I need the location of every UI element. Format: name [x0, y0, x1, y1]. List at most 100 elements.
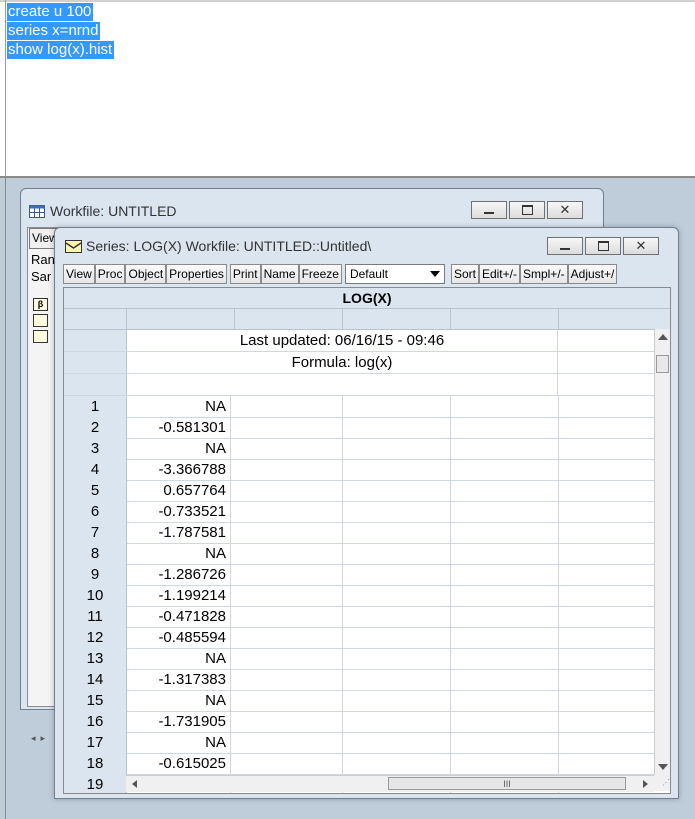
spreadsheet-grid[interactable]: LOG(X) Last updated: 06/16/15 - 09:46 Fo…: [63, 287, 671, 794]
table-row[interactable]: 16 -1.731905: [64, 711, 654, 733]
value-cell[interactable]: NA: [127, 438, 231, 459]
value-cell[interactable]: -1.317383: [127, 669, 231, 690]
table-row[interactable]: 2 -0.581301: [64, 417, 654, 439]
header-cell[interactable]: [451, 309, 559, 329]
adjust-button[interactable]: Adjust+/: [567, 264, 618, 284]
empty-cell[interactable]: [451, 459, 559, 480]
empty-cell[interactable]: [235, 711, 343, 732]
properties-button[interactable]: Properties: [166, 264, 227, 284]
empty-cell[interactable]: [343, 732, 451, 753]
empty-cell[interactable]: [343, 438, 451, 459]
value-cell[interactable]: -0.485594: [127, 627, 231, 648]
scroll-thumb[interactable]: [656, 355, 669, 373]
value-cell[interactable]: NA: [127, 732, 231, 753]
empty-cell[interactable]: [235, 669, 343, 690]
table-row[interactable]: [64, 374, 654, 396]
header-cell[interactable]: [559, 309, 670, 329]
empty-cell[interactable]: [451, 564, 559, 585]
header-cell[interactable]: [64, 309, 127, 329]
empty-cell[interactable]: [343, 690, 451, 711]
scroll-left-icon[interactable]: [132, 780, 137, 788]
table-row[interactable]: 9 -1.286726: [64, 564, 654, 586]
command-line[interactable]: show log(x).hist: [7, 41, 115, 59]
freeze-button[interactable]: Freeze: [298, 264, 342, 284]
empty-cell[interactable]: [343, 711, 451, 732]
scroll-arrows-icon[interactable]: ◂▸: [31, 733, 50, 744]
empty-cell[interactable]: [343, 648, 451, 669]
table-row[interactable]: 1 NA: [64, 396, 654, 418]
empty-cell[interactable]: [343, 627, 451, 648]
empty-cell[interactable]: [235, 627, 343, 648]
empty-cell[interactable]: [343, 753, 451, 774]
table-row[interactable]: 11 -0.471828: [64, 606, 654, 628]
empty-cell[interactable]: [451, 480, 559, 501]
value-cell[interactable]: NA: [127, 648, 231, 669]
coefficient-icon[interactable]: β: [33, 298, 48, 311]
object-button[interactable]: Object: [125, 264, 167, 284]
value-cell[interactable]: -1.731905: [127, 711, 231, 732]
value-cell[interactable]: NA: [127, 690, 231, 711]
smpl-button[interactable]: Smpl+/-: [519, 264, 568, 284]
header-cell[interactable]: [127, 309, 235, 329]
empty-cell[interactable]: [235, 690, 343, 711]
name-button[interactable]: Name: [260, 264, 299, 284]
empty-cell[interactable]: [235, 732, 343, 753]
value-cell[interactable]: 0.657764: [127, 480, 231, 501]
print-button[interactable]: Print: [229, 264, 261, 284]
table-row[interactable]: 12 -0.485594: [64, 627, 654, 649]
table-row[interactable]: 7 -1.787581: [64, 522, 654, 544]
empty-cell[interactable]: [235, 501, 343, 522]
table-row[interactable]: 5 0.657764: [64, 480, 654, 502]
scroll-thumb[interactable]: III: [388, 777, 626, 790]
close-icon[interactable]: ✕: [623, 237, 659, 255]
empty-cell[interactable]: [343, 501, 451, 522]
series-title-bar[interactable]: Series: LOG(X) Workfile: UNTITLED::Untit…: [65, 238, 371, 254]
empty-cell[interactable]: [343, 459, 451, 480]
empty-cell[interactable]: [343, 543, 451, 564]
scroll-up-icon[interactable]: [658, 334, 668, 340]
table-row[interactable]: 4 -3.366788: [64, 459, 654, 481]
scroll-down-icon[interactable]: [658, 764, 668, 770]
empty-cell[interactable]: [451, 648, 559, 669]
table-row[interactable]: 10 -1.199214: [64, 585, 654, 607]
value-cell[interactable]: NA: [127, 396, 231, 417]
empty-cell[interactable]: [235, 753, 343, 774]
table-row[interactable]: 15 NA: [64, 690, 654, 712]
value-cell[interactable]: -1.199214: [127, 585, 231, 606]
series-object-icon[interactable]: [33, 330, 48, 343]
maximize-icon[interactable]: [509, 201, 545, 219]
value-cell[interactable]: -1.286726: [127, 564, 231, 585]
table-row[interactable]: 17 NA: [64, 732, 654, 754]
header-cell[interactable]: [343, 309, 451, 329]
scroll-right-icon[interactable]: [643, 780, 648, 788]
empty-cell[interactable]: [343, 480, 451, 501]
value-cell[interactable]: -0.615025: [127, 753, 231, 774]
empty-cell[interactable]: [235, 543, 343, 564]
empty-cell[interactable]: [343, 522, 451, 543]
table-row[interactable]: Formula: log(x): [64, 352, 654, 374]
empty-cell[interactable]: [343, 606, 451, 627]
empty-cell[interactable]: [235, 522, 343, 543]
empty-cell[interactable]: [343, 396, 451, 417]
empty-cell[interactable]: [451, 501, 559, 522]
empty-cell[interactable]: [451, 753, 559, 774]
maximize-icon[interactable]: [585, 237, 621, 255]
empty-cell[interactable]: [235, 564, 343, 585]
series-window[interactable]: Series: LOG(X) Workfile: UNTITLED::Untit…: [54, 227, 679, 799]
empty-cell[interactable]: [451, 438, 559, 459]
empty-cell[interactable]: [235, 459, 343, 480]
empty-cell[interactable]: [235, 438, 343, 459]
empty-cell[interactable]: [451, 543, 559, 564]
empty-cell[interactable]: [451, 396, 559, 417]
command-line[interactable]: series x=nrnd: [7, 22, 101, 40]
horizontal-scrollbar[interactable]: III: [126, 775, 654, 792]
table-row[interactable]: 6 -0.733521: [64, 501, 654, 523]
table-row[interactable]: 14 -1.317383: [64, 669, 654, 691]
minimize-icon[interactable]: [547, 237, 583, 255]
empty-cell[interactable]: [451, 711, 559, 732]
value-cell[interactable]: -0.581301: [127, 417, 231, 438]
empty-cell[interactable]: [451, 585, 559, 606]
empty-cell[interactable]: [235, 606, 343, 627]
command-line[interactable]: create u 100: [7, 3, 94, 21]
table-row[interactable]: 8 NA: [64, 543, 654, 565]
